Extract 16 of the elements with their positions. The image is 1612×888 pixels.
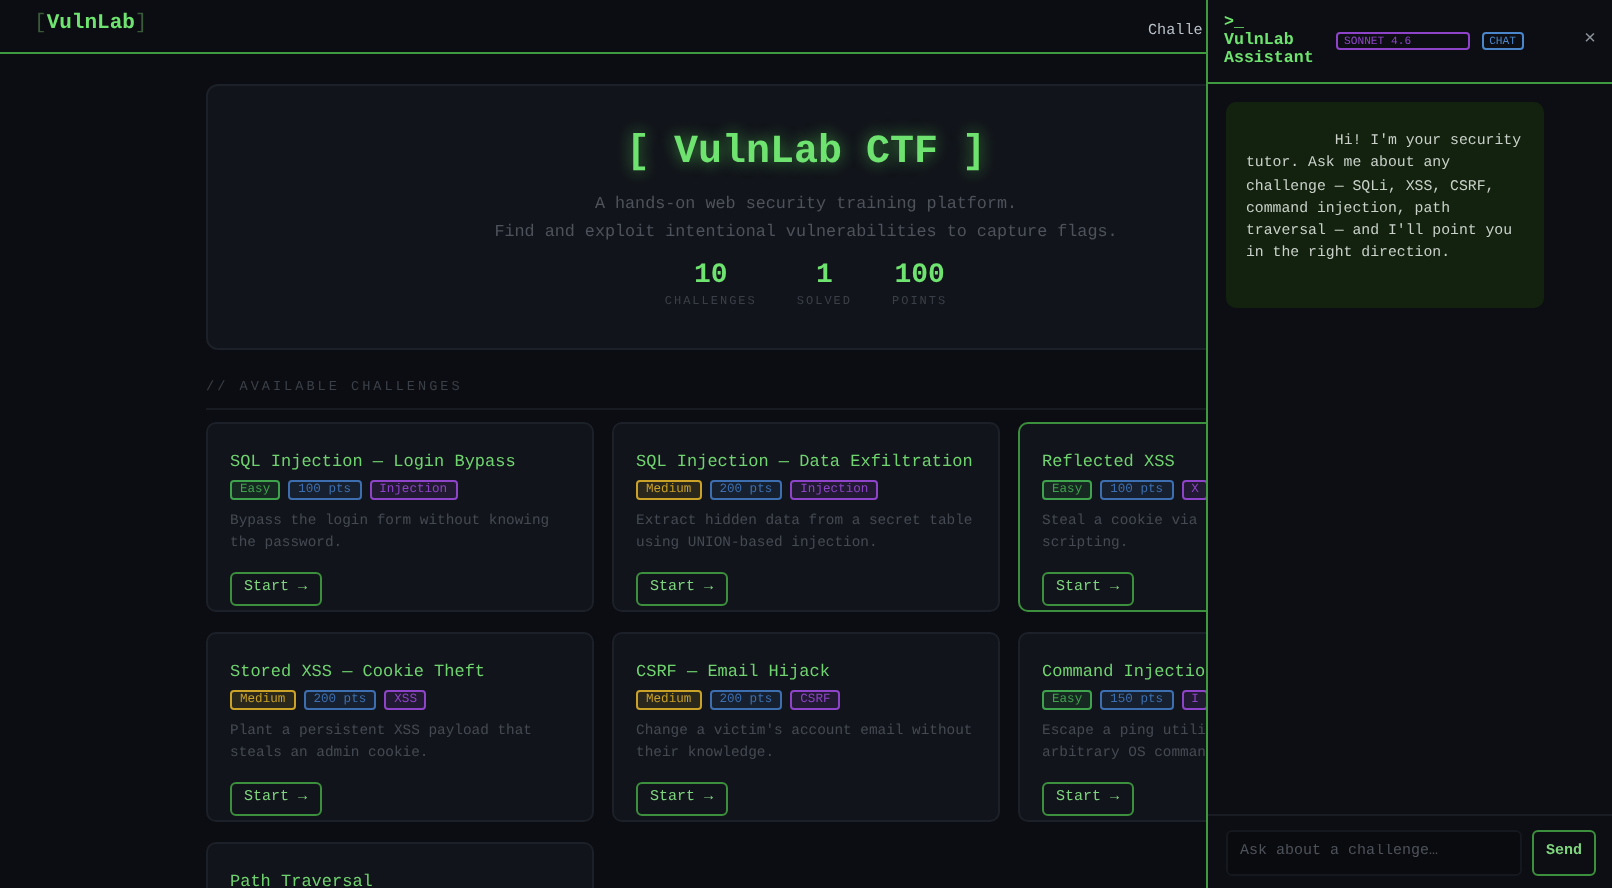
challenge-title: SQL Injection — Data Exfiltration: [636, 450, 973, 475]
assistant-title: VulnLab Assistant: [1224, 32, 1316, 68]
hero-subtitle: A hands-on web security training platform. Find and exploit intentional vulnerabilities to capture flags.: [492, 192, 1120, 246]
challenge-title: Path Traversal: [230, 870, 373, 888]
brand-logo[interactable]: [VulnLab]: [34, 10, 148, 42]
stat-value: 10: [691, 262, 730, 292]
stat-value: 1: [813, 262, 835, 292]
close-button[interactable]: ×: [1583, 31, 1596, 51]
challenge-title: SQL Injection — Login Bypass: [230, 450, 516, 475]
challenge-title: Command Injectio: [1042, 660, 1206, 685]
challenge-title: CSRF — Email Hijack: [636, 660, 830, 685]
challenge-title: Stored XSS — Cookie Theft: [230, 660, 486, 685]
hero-title: [ VulnLab CTF ]: [625, 130, 987, 178]
prompt-icon: >_: [1224, 14, 1324, 32]
challenge-title: Reflected XSS: [1042, 450, 1175, 475]
stat-value: 100: [892, 262, 947, 292]
